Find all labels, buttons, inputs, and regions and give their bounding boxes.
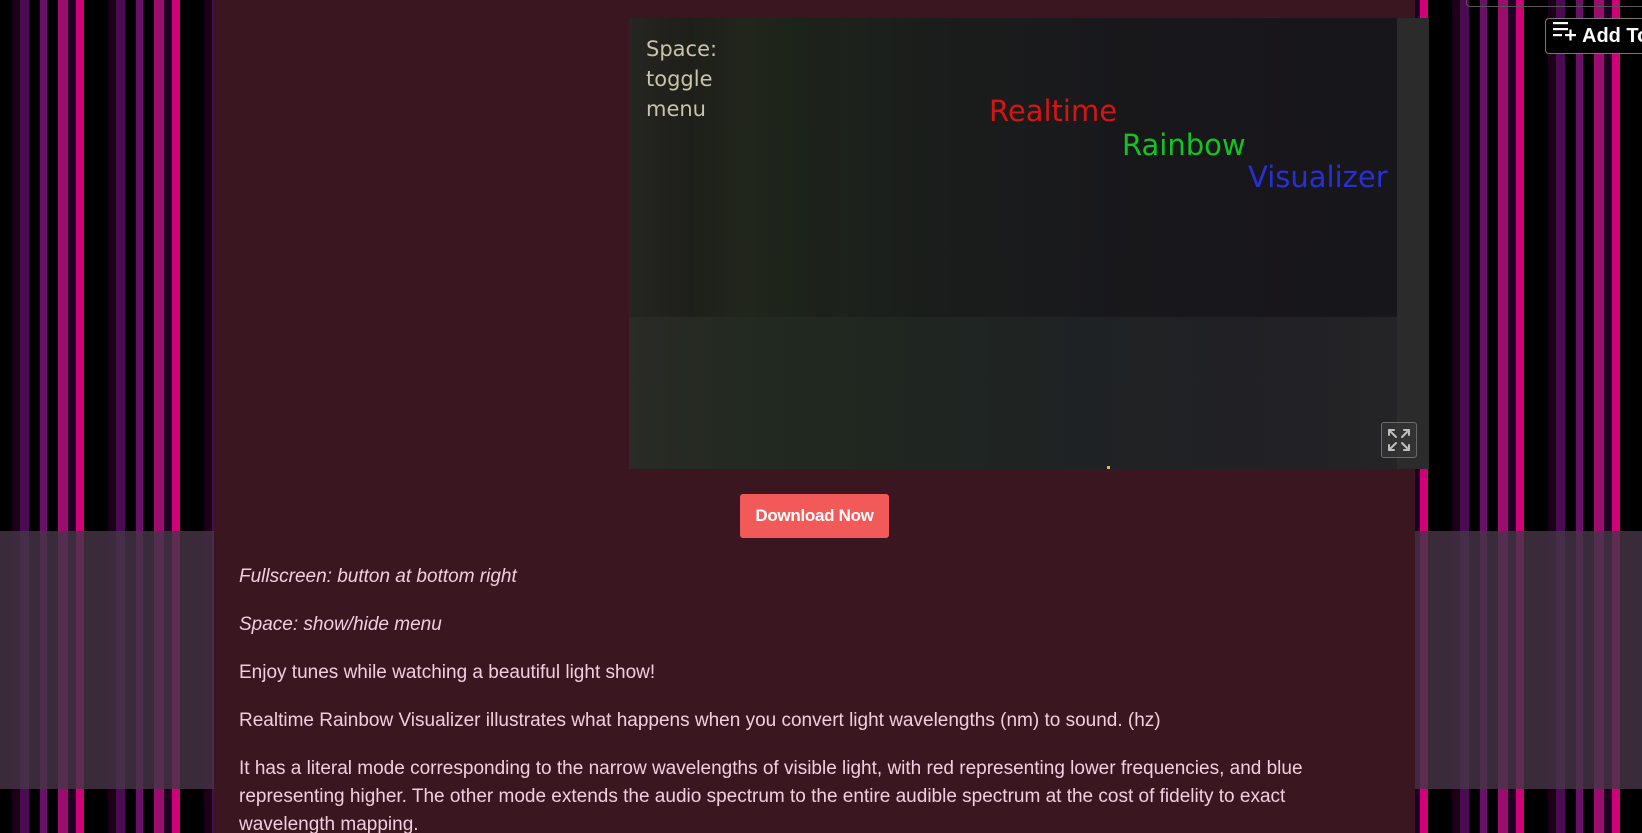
add-to-label: Add To — [1582, 25, 1642, 47]
description-paragraph-1: Enjoy tunes while watching a beautiful l… — [239, 662, 656, 683]
description-paragraph-3: It has a literal mode corresponding to t… — [239, 758, 1303, 833]
description-paragraph-2: Realtime Rainbow Visualizer illustrates … — [239, 710, 1161, 731]
playlist-add-icon — [1552, 19, 1578, 52]
top-right-frame — [1466, 0, 1642, 7]
fullscreen-instruction: Fullscreen: button at bottom right — [239, 566, 517, 587]
menu-hint-text: Space: toggle menu — [646, 37, 718, 121]
fullscreen-button[interactable] — [1381, 422, 1417, 458]
player-side-strip — [1397, 18, 1429, 469]
expand-arrows-icon — [1388, 429, 1410, 451]
add-to-button[interactable]: Add To — [1545, 18, 1642, 54]
title-word-realtime: Realtime — [989, 94, 1118, 128]
space-instruction: Space: show/hide menu — [239, 614, 442, 635]
spectrum-marker — [1107, 466, 1110, 469]
visualizer-player[interactable]: Space: toggle menu Realtime Rainbow Visu… — [629, 18, 1429, 469]
title-word-visualizer: Visualizer — [1248, 160, 1388, 194]
download-now-button[interactable]: Download Now — [740, 494, 889, 538]
title-word-rainbow: Rainbow — [1122, 128, 1246, 162]
page: Add To Space: toggle menu Realtime Rainb… — [0, 0, 1642, 833]
visualizer-menu-area[interactable] — [629, 317, 1397, 469]
